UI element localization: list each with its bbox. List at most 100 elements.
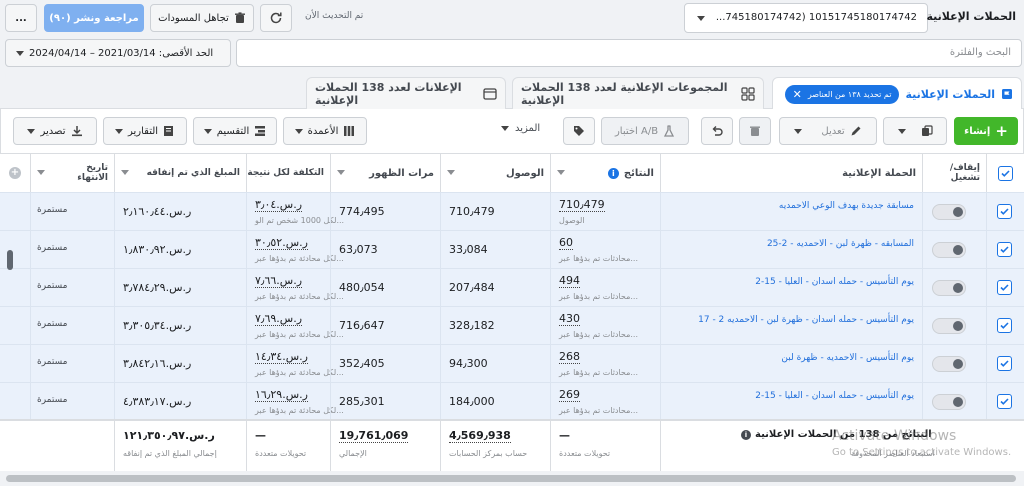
info-icon[interactable]: i [607,167,619,179]
end-date-value: مستمرة [37,319,68,329]
column-end-date[interactable]: تاريخ الانتهاء [30,154,114,192]
campaign-toggle[interactable] [932,356,966,372]
results-value: 268 [559,350,580,364]
campaign-name-link[interactable]: يوم التأسيس - حمله اسدان - العليا - 15-2 [755,277,914,287]
undo-button[interactable] [701,117,733,145]
export-button[interactable]: تصدير [13,117,97,145]
column-toggle[interactable]: إيقاف/ تشغيل [922,154,986,192]
more-label: المزيد [515,123,541,134]
delete-button[interactable] [739,117,771,145]
reach-value: 94٫300 [449,357,488,370]
edit-label: تعديل [821,125,845,137]
campaign-name-link[interactable]: يوم التأسيس - حمله اسدان - العليا - 15-2 [755,391,914,401]
vertical-scroll-handle[interactable] [7,250,13,270]
watermark-line-2: Go to Settings to activate Windows. [832,447,1012,458]
search-input[interactable]: البحث والفلترة [236,39,1022,67]
cost-cell: ر.س.٧٫٦٩ لكل محادثة تم بدؤها عبر... [246,307,344,345]
table-row[interactable]: مستمرة ر.س.٤٫٣٨٣٫١٧ ر.س.١٦٫٢٩ لكل محادثة تم… [0,382,1024,421]
campaign-cell: 17 - 2 يوم التأسيس - حمله اسدان - ظهرة ل… [660,307,922,345]
campaign-name-link[interactable]: المسابقه - ظهرة لبن - الاحمديه - 2-25 [767,239,914,249]
date-range-button[interactable]: 2024/04/14 – 2021/03/14 :الحد الأقصى [5,39,231,67]
more-dropdown[interactable]: المزيد [501,123,540,134]
selection-chip[interactable]: ✕ تم تحديد ١٣٨ من العناصر [784,84,900,104]
table-row[interactable]: مستمرة ر.س.٣٫٨٤٢٫١٦ ر.س.١٤٫٣٤ لكل محادثة تم… [0,344,1024,383]
tab-adsets[interactable]: المجموعات الإعلانية لعدد 138 الحملات الإ… [512,77,764,109]
campaign-toggle[interactable] [932,204,966,220]
campaign-name-link[interactable]: مسابقة جديدة بهدف الوعي الاحمديه [779,201,914,211]
column-amount-spent-label: المبلغ الذي تم إنفاقه [146,168,240,178]
chevron-down-icon [16,50,24,56]
table-row[interactable]: مستمرة ر.س.١٫٨٣٠٫٩٢ ر.س.٣٠٫٥٢ لكل محادثة تم… [0,230,1024,269]
row-checkbox[interactable] [997,318,1012,333]
review-publish-button[interactable]: مراجعة ونشر (٩٠) [44,4,144,32]
columns-button[interactable]: الأعمدة [283,117,367,145]
search-row: 2024/04/14 – 2021/03/14 :الحد الأقصى الب… [0,38,1024,70]
tag-button[interactable] [563,117,595,145]
tab-ads-label: الإعلانات لعدد 138 الحملات الإعلانية [315,80,462,107]
column-reach[interactable]: الوصول [440,154,550,192]
campaign-toggle[interactable] [932,318,966,334]
discard-drafts-button[interactable]: تجاهل المسودات [150,4,254,32]
column-amount-spent[interactable]: المبلغ الذي تم إنفاقه [114,154,246,192]
campaign-name-link[interactable]: يوم التأسيس - الاحمديه - ظهرة لبن [781,353,914,363]
edit-button[interactable]: تعديل [779,117,877,145]
account-selector[interactable]: ...745180174742) 10151745180174742 [684,3,928,33]
column-campaign[interactable]: الحملة الإعلانية [660,154,922,192]
results-sub: محادثات تم بدؤها عبر... [559,254,639,263]
reach-cell: 328٫182 [440,307,550,345]
horizontal-scrollbar[interactable] [0,472,1024,486]
tab-campaigns-label: الحملات الإعلانية [905,87,995,101]
refresh-icon [269,11,283,25]
horizontal-scroll-thumb[interactable] [6,475,1016,482]
row-checkbox[interactable] [997,280,1012,295]
close-icon[interactable]: ✕ [793,88,802,101]
end-date-value: مستمرة [37,357,68,367]
refresh-button[interactable] [260,4,292,32]
ad-icon [483,87,497,100]
column-cost-per-result[interactable]: التكلفة لكل نتيجة [246,154,330,192]
tag-icon [573,125,585,137]
undo-icon [711,125,723,137]
select-all-checkbox[interactable] [998,165,1013,181]
table-header: + تاريخ الانتهاء المبلغ الذي تم إنفاقه ا… [0,154,1024,192]
tab-campaigns[interactable]: ✕ تم تحديد ١٣٨ من العناصر الحملات الإعلا… [772,77,1022,110]
selection-chip-label: تم تحديد ١٣٨ من العناصر [807,89,892,99]
campaign-toggle[interactable] [932,394,966,410]
results-sub: محادثات تم بدؤها عبر... [559,330,639,339]
tab-ads[interactable]: الإعلانات لعدد 138 الحملات الإعلانية [306,77,506,109]
reach-value: 33٫084 [449,243,488,256]
info-icon[interactable]: i [741,429,751,440]
reach-value: 184٫000 [449,395,495,408]
campaign-toggle[interactable] [932,280,966,296]
impressions-cell: 285٫301 [330,383,440,421]
column-impressions-label: مرات الظهور [369,167,434,179]
duplicate-button[interactable] [883,117,947,145]
create-button[interactable]: إنشاء + [954,117,1018,145]
top-bar: ... مراجعة ونشر (٩٠) تجاهل المسودات تم ا… [0,0,1024,36]
table-row[interactable]: مستمرة ر.س.٣٫٧٨٤٫٢٩ ر.س.٧٫٦٦ لكل محادثة تم … [0,268,1024,307]
select-all-cell[interactable] [986,154,1024,192]
table-row[interactable]: مستمرة ر.س.٢٫١٦٠٫٤٤ ر.س.٣٫٠٤ لكل 1000 شخص ت… [0,192,1024,231]
totals-results-cell: — تحويلات متعددة [550,421,660,471]
ab-test-button[interactable]: اختبار A/B [601,117,689,145]
add-column-icon[interactable]: + [9,167,21,179]
row-checkbox[interactable] [997,204,1012,219]
row-checkbox[interactable] [997,356,1012,371]
breakdown-button[interactable]: التقسيم [193,117,277,145]
column-impressions[interactable]: مرات الظهور [330,154,440,192]
column-results[interactable]: i النتائج [550,154,660,192]
chevron-down-icon [897,128,906,134]
table-row[interactable]: مستمرة ر.س.٣٫٣٠٥٫٣٤ ر.س.٧٫٦٩ لكل محادثة تم … [0,306,1024,345]
impressions-cell: 774٫495 [330,193,440,231]
more-options-button[interactable]: ... [5,4,37,32]
add-column-cell[interactable]: + [0,154,30,192]
spent-cell: ر.س.٢٫١٦٠٫٤٤ [114,193,246,231]
reach-value: 207٫484 [449,281,495,294]
reports-button[interactable]: التقارير [103,117,187,145]
campaign-toggle[interactable] [932,242,966,258]
row-checkbox[interactable] [997,242,1012,257]
column-toggle-label: إيقاف/ تشغيل [949,163,980,183]
results-value: 494 [559,274,580,288]
row-checkbox[interactable] [997,394,1012,409]
campaign-name-link[interactable]: 17 - 2 يوم التأسيس - حمله اسدان - ظهرة ل… [698,315,914,325]
